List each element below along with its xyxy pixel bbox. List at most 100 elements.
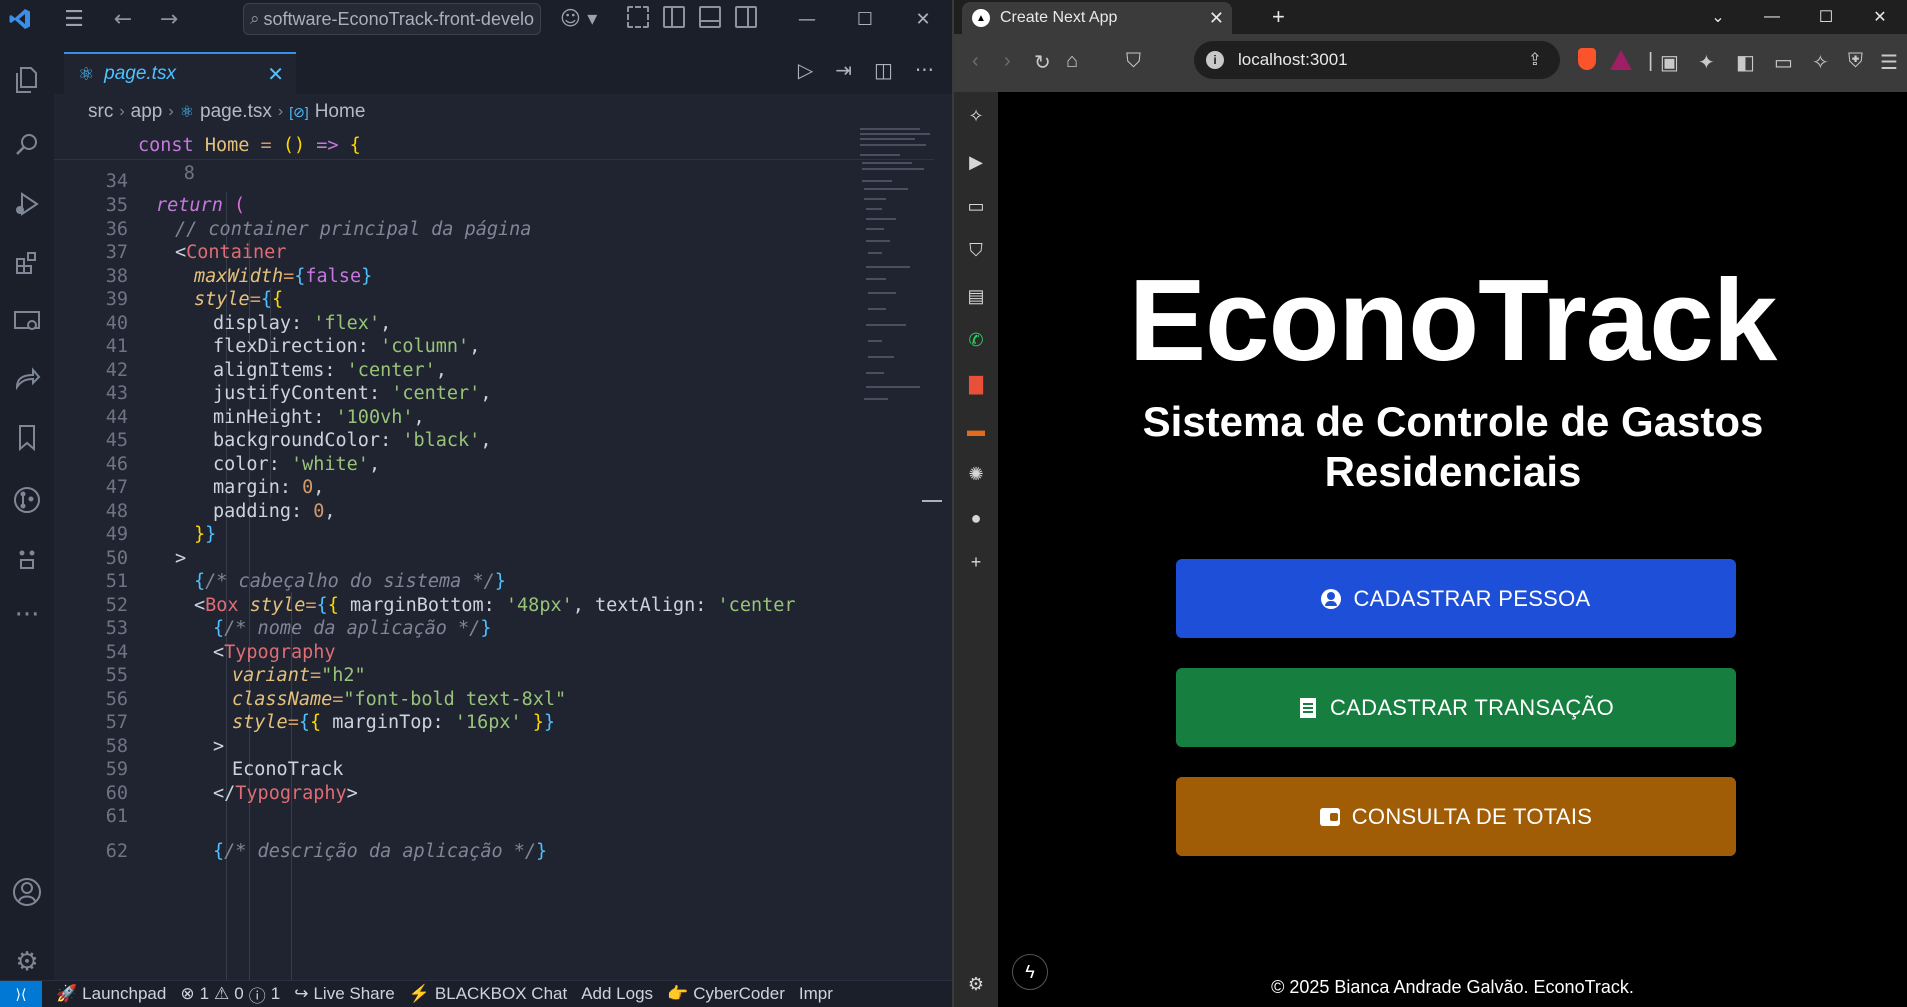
problems-item[interactable]: ⊗ 1 ⚠ 0 ⓘ 1 [180, 982, 280, 1007]
sticky-scroll-line[interactable]: 8 const Home = () => { [54, 132, 934, 184]
code-token: EconoTrack [232, 759, 344, 780]
app-shortcut-icon[interactable]: ▇ [954, 374, 998, 395]
add-logs-item[interactable]: Add Logs [581, 984, 653, 1004]
chatgpt-icon[interactable]: ✺ [954, 464, 998, 485]
back-arrow-icon[interactable]: ‹ [972, 50, 979, 73]
open-preview-icon[interactable]: ⇥ [835, 58, 852, 82]
back-arrow-icon[interactable]: ← [104, 7, 142, 32]
maximize-icon[interactable]: ☐ [1799, 0, 1853, 34]
more-actions-icon[interactable]: ··· [915, 58, 934, 82]
more-views-icon[interactable]: ··· [0, 595, 54, 635]
customize-layout-icon[interactable] [627, 6, 649, 28]
remote-explorer-icon[interactable] [0, 302, 54, 342]
minimize-icon[interactable]: — [778, 0, 836, 38]
scrollbar-marker[interactable] [922, 500, 942, 502]
toggle-secondary-sidebar-icon[interactable] [735, 6, 757, 28]
search-icon: ⌕ [250, 9, 260, 28]
breadcrumb-file[interactable]: page.tsx [200, 101, 272, 123]
extensions-icon[interactable] [0, 243, 54, 283]
leo-ai-icon[interactable]: ✧ [1812, 50, 1829, 75]
button-label: CADASTRAR PESSOA [1353, 585, 1591, 611]
close-icon[interactable]: ✕ [1853, 0, 1907, 34]
breadcrumb-app[interactable]: app [131, 101, 163, 123]
search-icon[interactable] [0, 125, 54, 165]
code-token: 0 [313, 501, 325, 522]
consulta-totais-button[interactable]: CONSULTA DE TOTAIS [1176, 777, 1736, 856]
cybercoder-item[interactable]: 👉 CyberCoder [667, 984, 785, 1004]
sidebar-settings-gear-icon[interactable]: ⚙ [954, 974, 998, 995]
command-center-search[interactable]: ⌕ software-EconoTrack-front-develo [243, 3, 541, 35]
tab-close-icon[interactable]: ✕ [267, 62, 284, 86]
cadastrar-pessoa-button[interactable]: CADASTRAR PESSOA [1176, 559, 1736, 638]
tab-page-tsx[interactable]: ⚛ page.tsx ✕ [64, 52, 296, 94]
run-debug-icon[interactable] [0, 184, 54, 224]
bookmarks-icon[interactable]: ⛉ [954, 240, 998, 261]
new-tab-plus-icon[interactable]: + [1272, 4, 1285, 30]
reload-icon[interactable]: ↻ [1034, 50, 1051, 75]
extension-lens-icon[interactable]: ▣ [1660, 50, 1679, 75]
wallet-icon[interactable]: ▭ [1774, 50, 1793, 75]
briefcase-icon[interactable]: ▬ [954, 420, 998, 441]
forward-arrow-icon[interactable]: → [150, 7, 188, 32]
run-code-icon[interactable]: ▷ [798, 58, 813, 82]
live-share-label: Live Share [313, 984, 395, 1003]
brave-shields-icon[interactable] [1578, 48, 1596, 70]
copilot-chat-icon[interactable] [0, 538, 54, 578]
tab-close-icon[interactable]: ✕ [1209, 8, 1224, 29]
bookmark-icon[interactable]: ⛉ [1126, 50, 1141, 73]
code-line[interactable]: 62 {/* descrição da aplicação */} [54, 838, 934, 866]
site-info-icon[interactable]: i [1206, 51, 1224, 69]
copilot-icon[interactable]: ☺ ▾ [560, 6, 597, 30]
add-panel-plus-icon[interactable]: + [954, 552, 998, 573]
activity-bar: ··· ⚙ [0, 38, 54, 980]
error-icon: ⊗ [180, 984, 195, 1003]
settings-gear-icon[interactable]: ⚙ [0, 942, 54, 982]
brave-rewards-icon[interactable] [1610, 50, 1632, 70]
breadcrumb-symbol[interactable]: Home [315, 101, 366, 123]
toggle-panel-icon[interactable] [699, 6, 721, 28]
browser-toolbar: ‹ › ↻ ⌂ ⛉ i localhost:3001 ⇪ | ▣ ✦ ◧ ▭ ✧… [954, 34, 1907, 92]
live-share-icon[interactable] [0, 360, 54, 400]
extensions-puzzle-icon[interactable]: ✦ [1698, 50, 1715, 75]
cadastrar-transacao-button[interactable]: CADASTRAR TRANSAÇÃO [1176, 668, 1736, 747]
vpn-shield-icon[interactable]: ⛨ [1848, 50, 1863, 73]
account-icon[interactable] [0, 872, 54, 912]
wallet-icon[interactable]: ▭ [954, 196, 998, 217]
hamburger-menu-icon[interactable]: ☰ [52, 0, 96, 38]
impr-item[interactable]: Impr [799, 984, 833, 1004]
vscode-logo-icon[interactable] [2, 0, 38, 38]
browser-menu-icon[interactable]: ☰ [1880, 50, 1898, 75]
share-icon[interactable]: ⇪ [1528, 50, 1542, 70]
forward-arrow-icon[interactable]: › [1004, 50, 1011, 73]
blackbox-label: BLACKBOX Chat [434, 984, 568, 1003]
close-icon[interactable]: ✕ [894, 0, 952, 38]
media-icon[interactable]: ▶ [954, 152, 998, 173]
live-share-item[interactable]: ↪ Live Share [294, 984, 395, 1004]
home-icon[interactable]: ⌂ [1066, 50, 1078, 73]
split-editor-icon[interactable]: ◫ [874, 58, 893, 82]
github-icon[interactable]: ● [954, 508, 998, 529]
launchpad-item[interactable]: 🚀 Launchpad [56, 984, 166, 1004]
breadcrumb-src[interactable]: src [88, 101, 113, 123]
blackbox-item[interactable]: ⚡ BLACKBOX Chat [409, 984, 567, 1004]
code-editor[interactable]: 8 const Home = () => { 34 35 return ( 36//… [54, 132, 934, 980]
toggle-primary-sidebar-icon[interactable] [663, 6, 685, 28]
symbol-icon: [⊘] [289, 103, 309, 120]
remote-indicator-icon[interactable]: ⟩⟨ [0, 981, 42, 1007]
tab-search-chevron-icon[interactable]: ⌄ [1691, 0, 1745, 34]
whatsapp-icon[interactable]: ✆ [954, 330, 998, 351]
minimap[interactable] [860, 128, 938, 408]
minimize-icon[interactable]: — [1745, 0, 1799, 34]
leo-sparkle-icon[interactable]: ✧ [954, 106, 998, 127]
reading-list-icon[interactable]: ▤ [954, 286, 998, 307]
code-line[interactable]: 61 [54, 803, 934, 831]
bookmarks-icon[interactable] [0, 418, 54, 458]
add-logs-label: Add Logs [581, 984, 654, 1003]
git-graph-icon[interactable] [0, 480, 54, 520]
browser-tab[interactable]: ▲ Create Next App ✕ [962, 2, 1232, 34]
maximize-icon[interactable]: ☐ [836, 0, 894, 38]
address-bar[interactable]: i localhost:3001 ⇪ [1194, 41, 1560, 79]
browser-tab-strip: ▲ Create Next App ✕ + ⌄ — ☐ ✕ [954, 0, 1907, 34]
explorer-icon[interactable] [0, 60, 54, 100]
sidebar-toggle-icon[interactable]: ◧ [1736, 50, 1755, 75]
